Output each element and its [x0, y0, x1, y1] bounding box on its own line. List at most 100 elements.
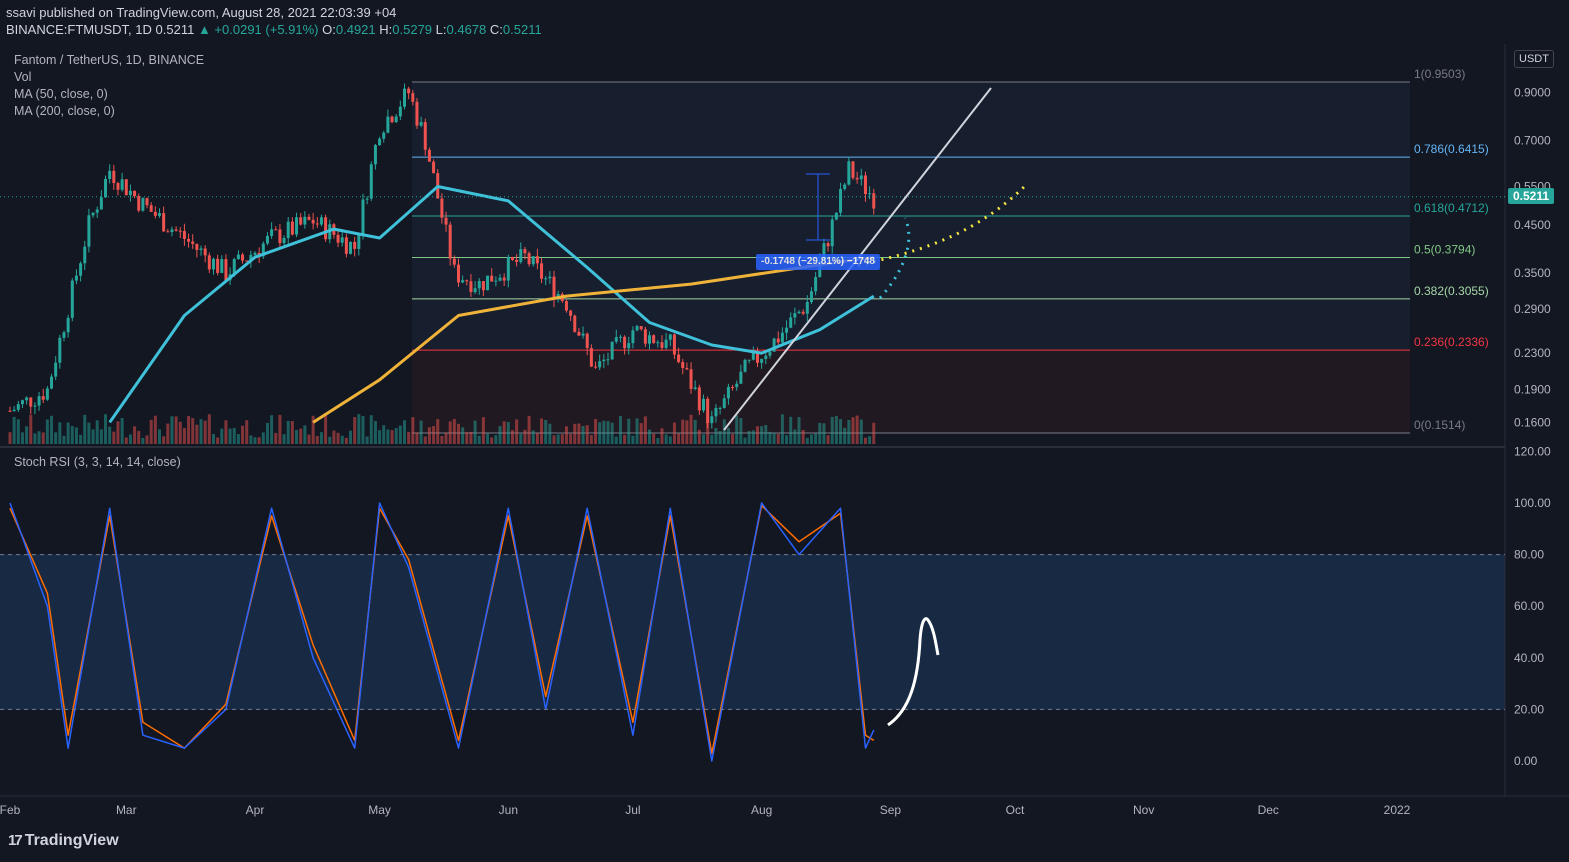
- volume-bar: [245, 420, 249, 444]
- volume-bar: [220, 428, 224, 444]
- volume-bar: [452, 419, 456, 444]
- candle-body: [577, 331, 581, 336]
- candle-body: [282, 238, 286, 244]
- candle-body: [112, 170, 116, 184]
- legend-stoch[interactable]: Stoch RSI (3, 3, 14, 14, close): [14, 455, 181, 469]
- volume-bar: [731, 433, 735, 444]
- candle-body: [735, 383, 739, 388]
- candle-body: [714, 407, 718, 417]
- volume-bar: [274, 432, 278, 444]
- tradingview-logo[interactable]: 17 TradingView: [8, 832, 119, 850]
- volume-bar: [814, 433, 818, 444]
- candle-body: [610, 341, 614, 360]
- volume-bar: [486, 433, 490, 444]
- volume-bar: [95, 420, 99, 444]
- volume-bar: [99, 429, 103, 444]
- candle-body: [336, 234, 340, 243]
- volume-bar: [436, 419, 440, 444]
- candle-body: [731, 386, 735, 388]
- volume-bar: [444, 432, 448, 444]
- candle-body: [54, 362, 58, 377]
- candle-body: [768, 351, 772, 356]
- currency-badge[interactable]: USDT: [1514, 50, 1554, 68]
- fib-level-label: 0.236(0.2336): [1414, 335, 1489, 349]
- volume-bar: [116, 421, 120, 444]
- legend-ma200[interactable]: MA (200, close, 0): [14, 104, 115, 118]
- candle-body: [473, 288, 477, 293]
- legend-ma50[interactable]: MA (50, close, 0): [14, 87, 108, 101]
- current-price-tag: 0.5211: [1508, 188, 1554, 204]
- volume-bar: [20, 432, 24, 444]
- volume-bar: [494, 435, 498, 444]
- tv-logo-icon: 17: [8, 832, 23, 849]
- candle-body: [265, 235, 269, 244]
- volume-bar: [618, 415, 622, 444]
- volume-bar: [785, 435, 789, 444]
- volume-bar: [631, 435, 635, 444]
- volume-bar: [681, 419, 685, 444]
- candle-body: [839, 189, 843, 213]
- volume-bar: [465, 432, 469, 444]
- volume-bar: [859, 419, 863, 444]
- candle-body: [403, 88, 407, 107]
- volume-bar: [261, 432, 265, 444]
- price-chart[interactable]: 1(0.9503) 0.786(0.6415) 0.618(0.4712) 0.5(0…: [0, 0, 1569, 862]
- volume-bar: [531, 430, 535, 444]
- candle-body: [324, 217, 328, 240]
- volume-bar: [768, 431, 772, 444]
- volume-bar: [747, 430, 751, 444]
- candle-body: [481, 281, 485, 291]
- candle-body: [469, 281, 473, 293]
- candle-body: [564, 301, 568, 311]
- volume-bar: [602, 420, 606, 444]
- volume-bar: [639, 423, 643, 444]
- volume-bar: [598, 422, 602, 444]
- volume-bar: [145, 435, 149, 444]
- volume-bar: [606, 421, 610, 444]
- candle-body: [573, 315, 577, 332]
- candle-body: [157, 213, 161, 216]
- candle-body: [382, 132, 386, 139]
- candle-body: [299, 217, 303, 225]
- volume-bar: [714, 427, 718, 444]
- volume-bar: [809, 434, 813, 444]
- legend-vol[interactable]: Vol: [14, 70, 31, 84]
- candle-body: [569, 310, 573, 316]
- volume-bar: [378, 430, 382, 444]
- candle-body: [423, 122, 427, 150]
- volume-bar: [552, 435, 556, 444]
- volume-bar: [834, 415, 838, 444]
- candle-body: [141, 198, 145, 211]
- footer: [0, 824, 1569, 862]
- volume-bar: [805, 437, 809, 444]
- volume-bar: [315, 435, 319, 444]
- volume-bar: [253, 437, 257, 444]
- volume-bar: [62, 435, 66, 444]
- candle-body: [706, 398, 710, 424]
- candle-body: [589, 347, 593, 367]
- candle-body: [315, 223, 319, 225]
- volume-bar: [569, 433, 573, 444]
- volume-bar: [432, 426, 436, 444]
- volume-bar: [365, 436, 369, 444]
- volume-bar: [361, 416, 365, 444]
- volume-bar: [16, 419, 20, 444]
- volume-bar: [872, 422, 876, 444]
- candle-body: [639, 326, 643, 330]
- candle-body: [826, 243, 830, 247]
- volume-bar: [764, 424, 768, 444]
- volume-bar: [477, 435, 481, 444]
- volume-bar: [689, 414, 693, 444]
- price-tick-label: 0.3500: [1514, 266, 1551, 280]
- candle-body: [83, 246, 87, 264]
- candle-body: [407, 88, 411, 94]
- volume-bar: [241, 425, 245, 444]
- volume-bar: [324, 414, 328, 444]
- candle-body: [585, 333, 589, 348]
- volume-bar: [826, 435, 830, 444]
- candle-body: [540, 263, 544, 279]
- candle-body: [486, 275, 490, 291]
- volume-bar: [456, 423, 460, 444]
- price-tick-label: 0.2900: [1514, 302, 1551, 316]
- volume-bar: [203, 420, 207, 444]
